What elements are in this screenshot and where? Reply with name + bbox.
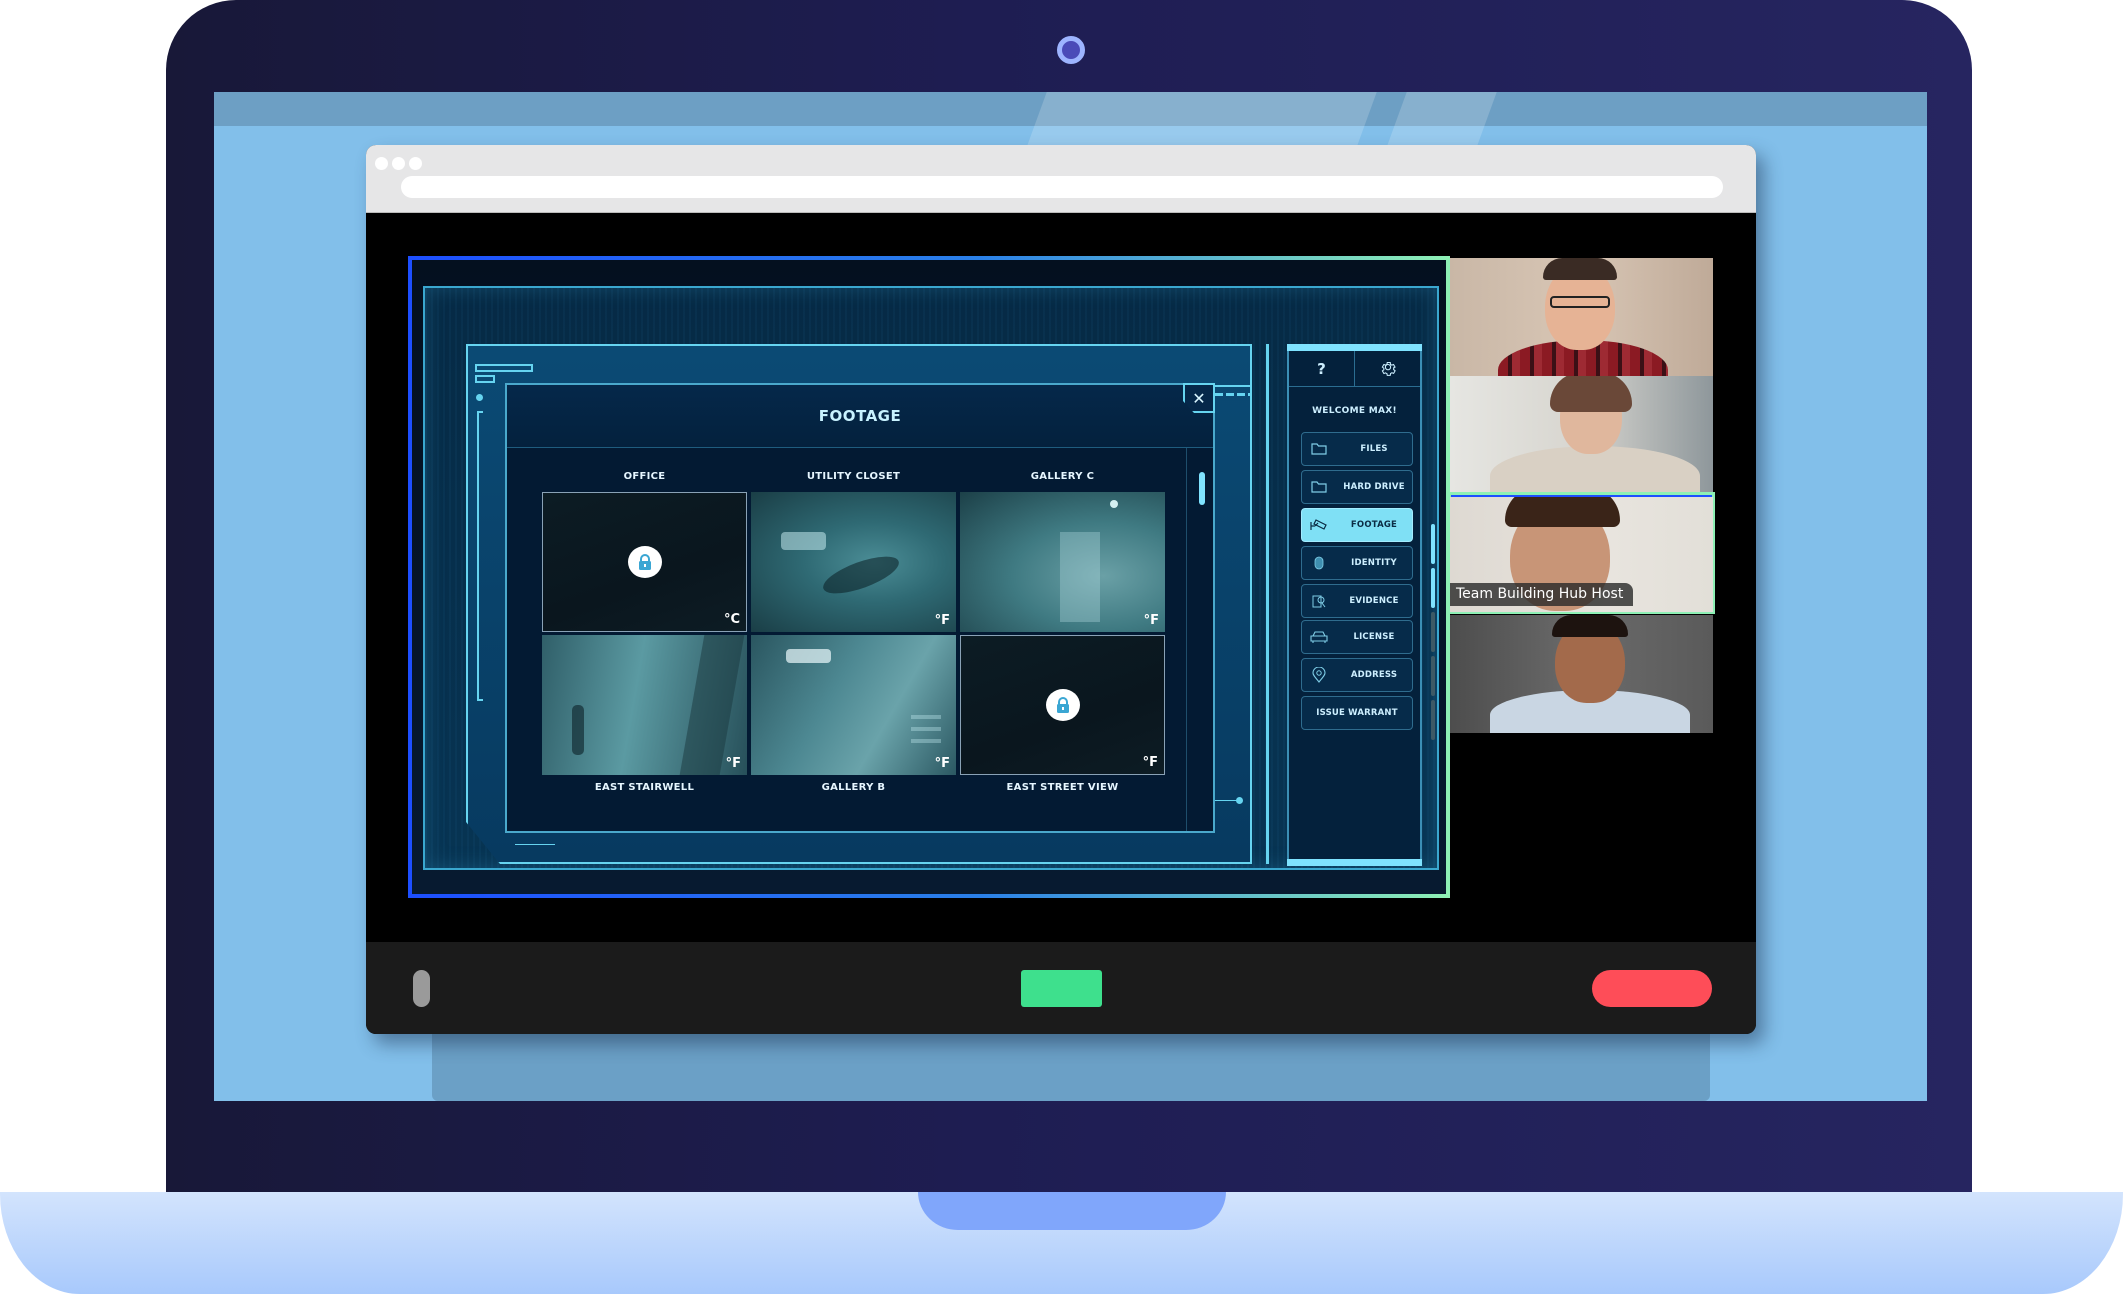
folder-icon [1302,481,1336,493]
game-screen-share: FOOTAGE ✕ OFFICE UTILITY CLOSET GALLERY … [408,256,1450,898]
modal-header: FOOTAGE [507,385,1213,448]
sidebar-item-address[interactable]: ADDRESS [1301,658,1413,692]
sidebar-item-hard-drive[interactable]: HARD DRIVE [1301,470,1413,504]
sidebar-item-label: ISSUE WARRANT [1316,708,1398,718]
participant-video[interactable] [1450,376,1713,494]
participant-name-tag: Team Building Hub Host [1450,583,1634,606]
settings-button[interactable] [1354,351,1420,386]
sidebar-item-identity[interactable]: IDENTITY [1301,546,1413,580]
temperature-unit: °C [723,612,740,627]
car-icon [1302,631,1336,643]
help-button[interactable]: ? [1289,351,1354,386]
sidebar-cap [1287,344,1422,351]
progress-indicator [1431,524,1435,744]
progress-segment [1431,700,1435,740]
hud-decoration [515,844,555,845]
hud-decoration [477,411,483,413]
scrollbar-thumb[interactable] [1199,472,1205,505]
close-icon: ✕ [1192,388,1206,408]
hud-decoration [475,364,533,372]
sidebar-item-evidence[interactable]: EVIDENCE [1301,584,1413,618]
camera-feed-office[interactable]: °C [542,492,747,632]
camera-label: EAST STREET VIEW [1006,782,1119,793]
browser-window: FOOTAGE ✕ OFFICE UTILITY CLOSET GALLERY … [366,145,1756,1034]
sidebar-item-label: ADDRESS [1350,670,1398,680]
participant-video-active[interactable]: Team Building Hub Host [1448,492,1715,614]
sidebar-toolbar: ? [1289,351,1420,387]
scroll-track [1186,448,1187,831]
hud-decoration [1236,797,1243,804]
temperature-unit: °F [1142,755,1158,770]
sidebar-item-label: LICENSE [1353,632,1395,642]
hud-decoration [477,411,479,701]
temperature-unit: °F [934,613,950,628]
hud-decoration [1215,385,1251,387]
modal-title: FOOTAGE [818,407,902,425]
evidence-search-icon [1302,594,1336,608]
browser-chrome [366,145,1756,213]
sidebar-item-label: HARD DRIVE [1343,482,1405,492]
camera-feed-utility-closet[interactable]: °F [751,492,956,632]
sidebar-item-label: IDENTITY [1351,558,1397,568]
participant-video[interactable] [1450,258,1713,376]
progress-segment [1431,568,1435,608]
video-call-content: FOOTAGE ✕ OFFICE UTILITY CLOSET GALLERY … [366,213,1756,943]
participant-video[interactable] [1450,615,1713,733]
progress-segment [1431,656,1435,696]
fingerprint-icon [1302,556,1336,570]
security-camera-icon [1302,518,1336,532]
sidebar-item-label: EVIDENCE [1349,596,1399,606]
share-button[interactable] [1021,970,1102,1007]
hud-divider [1266,344,1269,864]
camera-label: GALLERY B [821,782,886,793]
camera-feed-gallery-b[interactable]: °F [751,635,956,775]
camera-label: OFFICE [623,471,666,482]
window-dot-icon[interactable] [375,157,388,170]
window-dot-icon[interactable] [409,157,422,170]
leave-call-button[interactable] [1592,970,1712,1007]
camera-label: GALLERY C [1030,471,1095,482]
microphone-toggle[interactable] [413,970,430,1007]
sidebar-item-label: FOOTAGE [1350,520,1398,530]
temperature-unit: °F [934,756,950,771]
camera-grid: OFFICE UTILITY CLOSET GALLERY C °C °F °F… [542,470,1166,798]
sidebar-cap [1287,859,1422,866]
camera-feed-gallery-c[interactable]: °F [960,492,1165,632]
address-bar[interactable] [401,176,1723,198]
camera-feed-east-stairwell[interactable]: °F [542,635,747,775]
temperature-unit: °F [725,756,741,771]
sidebar-item-footage[interactable]: FOOTAGE [1301,508,1413,542]
sidebar-item-license[interactable]: LICENSE [1301,620,1413,654]
gear-icon [1381,361,1396,376]
welcome-message: WELCOME MAX! [1312,406,1397,416]
webcam-icon [1057,36,1085,64]
lock-icon [1045,689,1080,721]
hud-decoration [1215,393,1251,396]
call-controls [366,942,1756,1034]
folder-icon [1302,443,1336,455]
issue-warrant-button[interactable]: ISSUE WARRANT [1301,696,1413,730]
progress-segment [1431,524,1435,564]
hud-decoration [477,699,483,701]
help-icon: ? [1317,359,1326,378]
hud-decoration [475,375,495,383]
camera-label: EAST STAIRWELL [594,782,695,793]
window-shadow [432,1034,1710,1101]
hud-frame-outer: FOOTAGE ✕ OFFICE UTILITY CLOSET GALLERY … [423,286,1439,870]
progress-segment [1431,612,1435,652]
hud-decoration [476,394,483,401]
map-pin-icon [1302,667,1336,683]
sidebar-item-label: FILES [1360,444,1388,454]
window-dot-icon[interactable] [392,157,405,170]
sidebar-item-files[interactable]: FILES [1301,432,1413,466]
game-sidebar: ? WELCOME MAX! FILES HARD DRIVE FOOTAGE … [1287,344,1422,866]
laptop-notch [918,1192,1226,1230]
footage-modal: FOOTAGE ✕ OFFICE UTILITY CLOSET GALLERY … [505,383,1215,833]
camera-feed-east-street-view[interactable]: °F [960,635,1165,775]
temperature-unit: °F [1143,613,1159,628]
lock-icon [627,546,662,578]
camera-label: UTILITY CLOSET [806,471,901,482]
